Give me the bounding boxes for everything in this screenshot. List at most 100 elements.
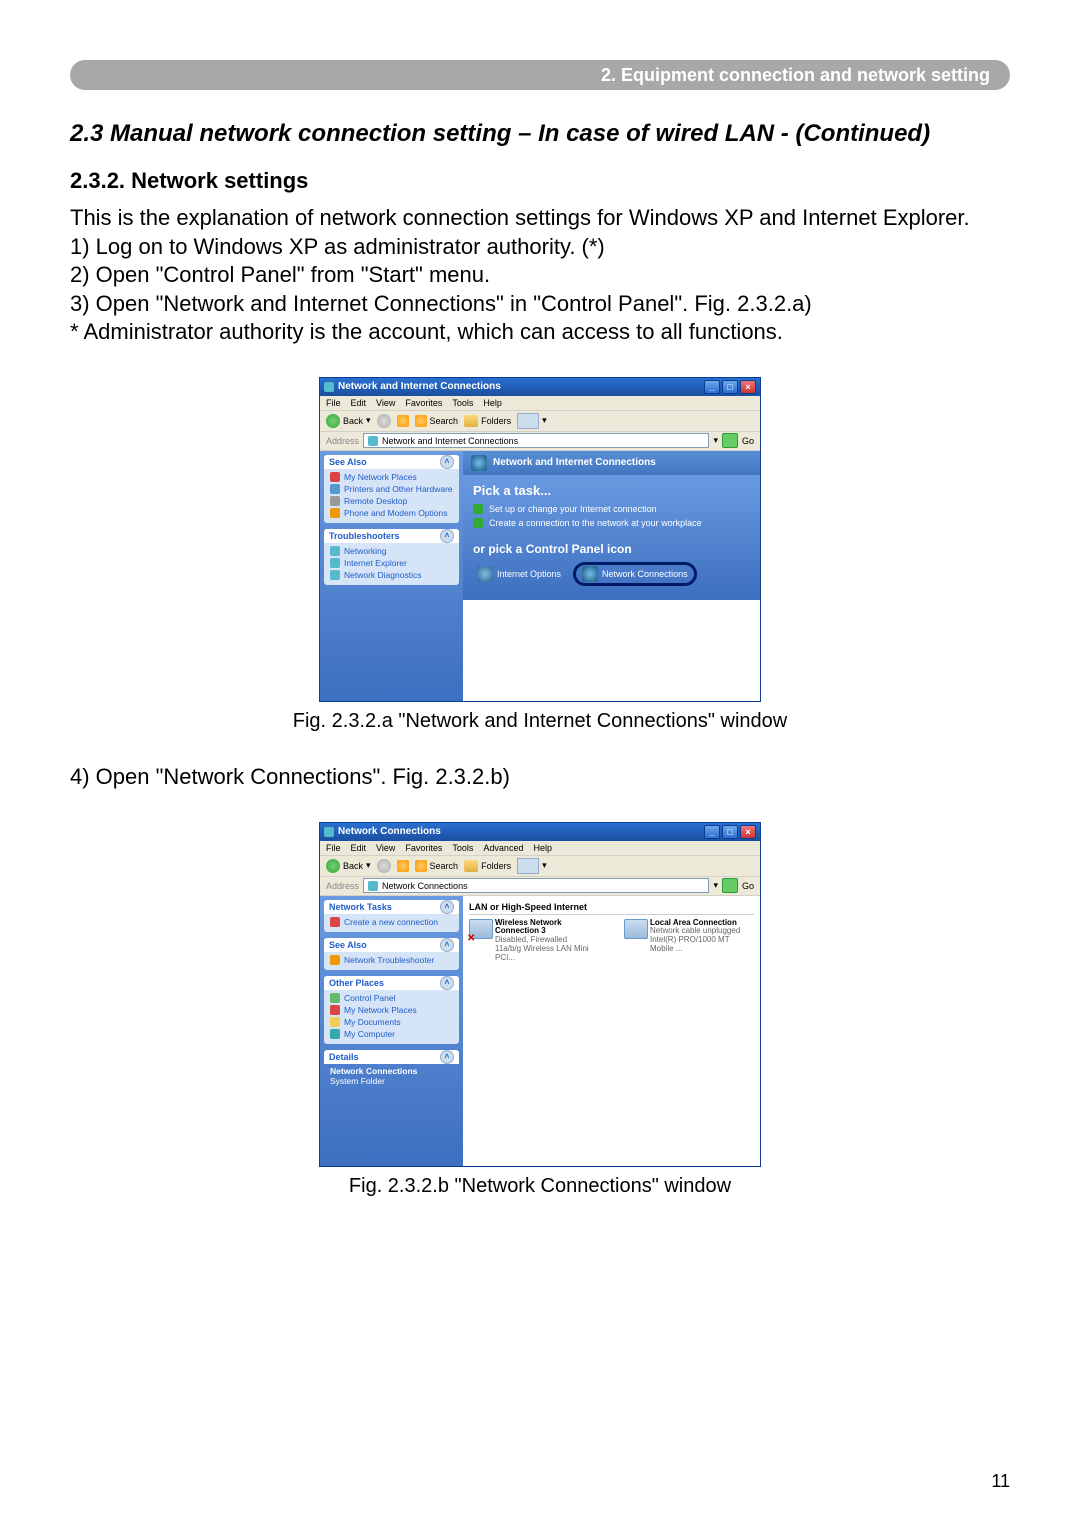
- sidebar-link[interactable]: Phone and Modem Options: [330, 508, 453, 518]
- sidebar-link[interactable]: Network Troubleshooter: [330, 955, 453, 965]
- collapse-icon[interactable]: ˄: [440, 976, 454, 990]
- sidebar-link[interactable]: Printers and Other Hardware: [330, 484, 453, 494]
- sidebar: See Also ˄ My Network Places Printers and…: [320, 451, 463, 701]
- menu-help[interactable]: Help: [483, 398, 502, 408]
- menu-favorites[interactable]: Favorites: [405, 398, 442, 408]
- go-button[interactable]: [722, 878, 738, 893]
- maximize-button[interactable]: □: [722, 380, 738, 394]
- see-also-head: See Also: [329, 457, 367, 467]
- figure-b-caption: Fig. 2.3.2.b "Network Connections" windo…: [70, 1175, 1010, 1198]
- sidebar-link[interactable]: My Network Places: [330, 1005, 453, 1015]
- window-title: Network Connections: [338, 826, 441, 837]
- connection-lan[interactable]: Local Area Connection Network cable unpl…: [624, 919, 754, 963]
- control-panel-icon: [330, 993, 340, 1003]
- address-value: Network and Internet Connections: [382, 436, 518, 446]
- forward-button[interactable]: [377, 859, 391, 873]
- up-button[interactable]: [397, 415, 409, 427]
- sidebar-link[interactable]: Internet Explorer: [330, 558, 453, 568]
- menu-edit[interactable]: Edit: [351, 398, 367, 408]
- sidebar-link[interactable]: Networking: [330, 546, 453, 556]
- address-bar: Address Network Connections ▾ Go: [320, 877, 760, 896]
- collapse-icon[interactable]: ˄: [440, 1050, 454, 1064]
- menu-file[interactable]: File: [326, 843, 341, 853]
- sidebar-link[interactable]: My Computer: [330, 1029, 453, 1039]
- menu-help[interactable]: Help: [533, 843, 552, 853]
- go-button[interactable]: [722, 433, 738, 448]
- back-icon: [326, 414, 340, 428]
- intro-text: This is the explanation of network conne…: [70, 204, 1010, 233]
- network-places-icon: [330, 1005, 340, 1015]
- task-link[interactable]: Set up or change your Internet connectio…: [473, 504, 750, 514]
- collapse-icon[interactable]: ˄: [440, 938, 454, 952]
- titlebar: Network and Internet Connections _ □ ×: [320, 378, 760, 396]
- folders-button[interactable]: Folders: [464, 415, 511, 427]
- sidebar-link[interactable]: Create a new connection: [330, 917, 453, 927]
- address-field[interactable]: Network Connections: [363, 878, 709, 893]
- sidebar-link[interactable]: My Network Places: [330, 472, 453, 482]
- folders-button[interactable]: Folders: [464, 860, 511, 872]
- search-button[interactable]: Search: [415, 415, 459, 427]
- maximize-button[interactable]: □: [722, 825, 738, 839]
- back-button[interactable]: Back ▾: [326, 414, 371, 428]
- category-icon: [471, 455, 487, 471]
- arrow-icon: [473, 518, 483, 528]
- step-note: * Administrator authority is the account…: [70, 318, 1010, 347]
- figure-b: Network Connections _ □ × File Edit View…: [70, 822, 1010, 1167]
- category-title: Network and Internet Connections: [493, 457, 656, 468]
- menu-tools[interactable]: Tools: [452, 843, 473, 853]
- xp-window-a: Network and Internet Connections _ □ × F…: [319, 377, 761, 702]
- menu-view[interactable]: View: [376, 843, 395, 853]
- collapse-icon[interactable]: ˄: [440, 900, 454, 914]
- step-2: 2) Open "Control Panel" from "Start" men…: [70, 261, 1010, 290]
- cp-internet-options[interactable]: Internet Options: [473, 562, 565, 586]
- address-field[interactable]: Network and Internet Connections: [363, 433, 709, 448]
- remote-desktop-icon: [330, 496, 340, 506]
- network-places-icon: [330, 472, 340, 482]
- collapse-icon[interactable]: ˄: [440, 455, 454, 469]
- printers-icon: [330, 484, 340, 494]
- sidebar-link[interactable]: Control Panel: [330, 993, 453, 1003]
- main-pane: Network and Internet Connections Pick a …: [463, 451, 760, 701]
- cp-network-connections[interactable]: Network Connections: [573, 562, 697, 586]
- search-button[interactable]: Search: [415, 860, 459, 872]
- toolbar: Back ▾ Search Folders ▾: [320, 411, 760, 432]
- views-button[interactable]: ▾: [517, 858, 547, 874]
- minimize-button[interactable]: _: [704, 380, 720, 394]
- search-icon: [415, 860, 427, 872]
- menu-view[interactable]: View: [376, 398, 395, 408]
- go-label: Go: [742, 881, 754, 891]
- close-button[interactable]: ×: [740, 825, 756, 839]
- help-icon: [330, 558, 340, 568]
- menu-tools[interactable]: Tools: [452, 398, 473, 408]
- menu-advanced[interactable]: Advanced: [483, 843, 523, 853]
- sidebar-link[interactable]: Network Diagnostics: [330, 570, 453, 580]
- sidebar-link[interactable]: Remote Desktop: [330, 496, 453, 506]
- sidebar-link[interactable]: My Documents: [330, 1017, 453, 1027]
- menu-favorites[interactable]: Favorites: [405, 843, 442, 853]
- my-documents-icon: [330, 1017, 340, 1027]
- task-link[interactable]: Create a connection to the network at yo…: [473, 518, 750, 528]
- network-tasks-head: Network Tasks: [329, 902, 392, 912]
- phone-modem-icon: [330, 508, 340, 518]
- figure-a: Network and Internet Connections _ □ × F…: [70, 377, 1010, 702]
- forward-button[interactable]: [377, 414, 391, 428]
- internet-options-icon: [477, 566, 493, 582]
- up-button[interactable]: [397, 860, 409, 872]
- collapse-icon[interactable]: ˄: [440, 529, 454, 543]
- views-button[interactable]: ▾: [517, 413, 547, 429]
- connection-wireless[interactable]: ✕ Wireless Network Connection 3 Disabled…: [469, 919, 604, 963]
- details-panel: Details˄ Network Connections System Fold…: [324, 1050, 459, 1088]
- menu-edit[interactable]: Edit: [351, 843, 367, 853]
- address-icon: [368, 881, 378, 891]
- my-computer-icon: [330, 1029, 340, 1039]
- close-button[interactable]: ×: [740, 380, 756, 394]
- address-label: Address: [326, 881, 359, 891]
- back-button[interactable]: Back ▾: [326, 859, 371, 873]
- step-1: 1) Log on to Windows XP as administrator…: [70, 233, 1010, 262]
- up-icon: [397, 415, 409, 427]
- minimize-button[interactable]: _: [704, 825, 720, 839]
- connection-icon: ✕: [469, 919, 491, 941]
- menu-file[interactable]: File: [326, 398, 341, 408]
- forward-icon: [377, 414, 391, 428]
- folders-icon: [464, 415, 478, 427]
